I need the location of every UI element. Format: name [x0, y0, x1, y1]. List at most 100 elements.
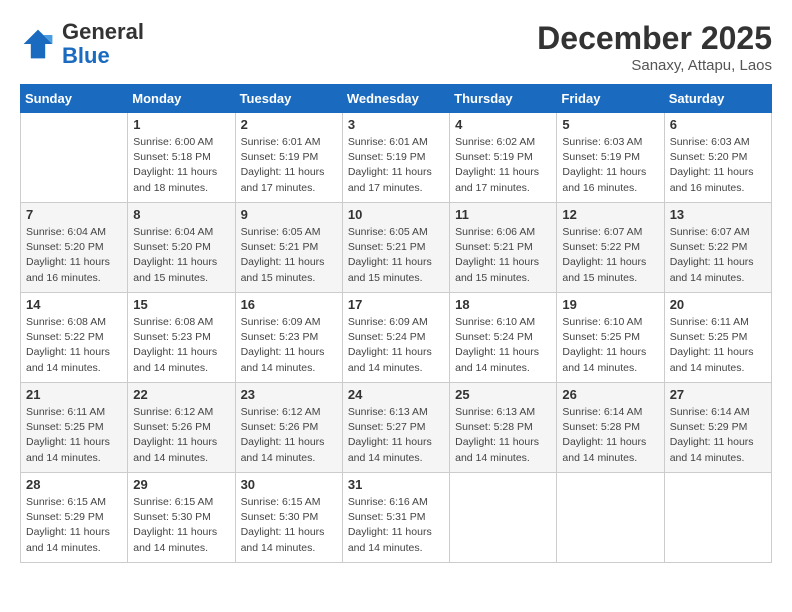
calendar-cell: 28Sunrise: 6:15 AM Sunset: 5:29 PM Dayli…: [21, 473, 128, 563]
logo: General Blue: [20, 20, 144, 68]
calendar-cell: 30Sunrise: 6:15 AM Sunset: 5:30 PM Dayli…: [235, 473, 342, 563]
calendar-cell: 2 Sunrise: 6:01 AM Sunset: 5:19 PM Daylig…: [235, 113, 342, 203]
day-number: 9: [241, 207, 337, 222]
day-info: Sunrise: 6:06 AM Sunset: 5:21 PM Dayligh…: [455, 225, 551, 286]
calendar-cell: 13 Sunrise: 6:07 AM Sunset: 5:22 PM Dayli…: [664, 203, 771, 293]
day-number: 22: [133, 387, 229, 402]
title-block: December 2025 Sanaxy, Attapu, Laos: [537, 20, 772, 74]
calendar-cell: 8Sunrise: 6:04 AM Sunset: 5:20 PM Daylig…: [128, 203, 235, 293]
logo-icon: [20, 26, 56, 62]
calendar-cell: 14Sunrise: 6:08 AM Sunset: 5:22 PM Dayli…: [21, 293, 128, 383]
calendar-cell: 4Sunrise: 6:02 AM Sunset: 5:19 PM Daylig…: [450, 113, 557, 203]
calendar-cell: 11Sunrise: 6:06 AM Sunset: 5:21 PM Dayli…: [450, 203, 557, 293]
day-number: 15: [133, 297, 229, 312]
calendar-cell: 20 Sunrise: 6:11 AM Sunset: 5:25 PM Dayli…: [664, 293, 771, 383]
calendar-body: 1 Sunrise: 6:00 AM Sunset: 5:18 PM Daylig…: [21, 113, 772, 563]
day-number: 27: [670, 387, 766, 402]
weekday-header-cell: Sunday: [21, 85, 128, 113]
day-info: Sunrise: 6:05 AM Sunset: 5:21 PM Dayligh…: [241, 225, 337, 286]
day-info: Sunrise: 6:07 AM Sunset: 5:22 PM Dayligh…: [562, 225, 658, 286]
day-info: Sunrise: 6:12 AM Sunset: 5:26 PM Dayligh…: [241, 405, 337, 466]
calendar-cell: 6Sunrise: 6:03 AM Sunset: 5:20 PM Daylig…: [664, 113, 771, 203]
day-info: Sunrise: 6:08 AM Sunset: 5:22 PM Dayligh…: [26, 315, 122, 376]
day-number: 25: [455, 387, 551, 402]
day-info: Sunrise: 6:11 AM Sunset: 5:25 PM Dayligh…: [670, 315, 766, 376]
weekday-header-cell: Wednesday: [342, 85, 449, 113]
day-number: 26: [562, 387, 658, 402]
day-info: Sunrise: 6:08 AM Sunset: 5:23 PM Dayligh…: [133, 315, 229, 376]
calendar-cell: [664, 473, 771, 563]
day-info: Sunrise: 6:00 AM Sunset: 5:18 PM Dayligh…: [133, 135, 229, 196]
calendar-cell: 31 Sunrise: 6:16 AM Sunset: 5:31 PM Dayli…: [342, 473, 449, 563]
calendar-cell: 26 Sunrise: 6:14 AM Sunset: 5:28 PM Dayli…: [557, 383, 664, 473]
calendar-cell: 27Sunrise: 6:14 AM Sunset: 5:29 PM Dayli…: [664, 383, 771, 473]
calendar-cell: 17Sunrise: 6:09 AM Sunset: 5:24 PM Dayli…: [342, 293, 449, 383]
calendar-cell: 23 Sunrise: 6:12 AM Sunset: 5:26 PM Dayli…: [235, 383, 342, 473]
page-header: General Blue December 2025 Sanaxy, Attap…: [20, 20, 772, 74]
calendar-cell: 9 Sunrise: 6:05 AM Sunset: 5:21 PM Daylig…: [235, 203, 342, 293]
day-number: 3: [348, 117, 444, 132]
calendar-week-row: 7 Sunrise: 6:04 AM Sunset: 5:20 PM Daylig…: [21, 203, 772, 293]
calendar-cell: 5 Sunrise: 6:03 AM Sunset: 5:19 PM Daylig…: [557, 113, 664, 203]
calendar-cell: 16Sunrise: 6:09 AM Sunset: 5:23 PM Dayli…: [235, 293, 342, 383]
calendar-cell: 21 Sunrise: 6:11 AM Sunset: 5:25 PM Dayli…: [21, 383, 128, 473]
calendar-cell: 29Sunrise: 6:15 AM Sunset: 5:30 PM Dayli…: [128, 473, 235, 563]
calendar-week-row: 21 Sunrise: 6:11 AM Sunset: 5:25 PM Dayli…: [21, 383, 772, 473]
day-info: Sunrise: 6:05 AM Sunset: 5:21 PM Dayligh…: [348, 225, 444, 286]
day-info: Sunrise: 6:02 AM Sunset: 5:19 PM Dayligh…: [455, 135, 551, 196]
calendar-cell: 7 Sunrise: 6:04 AM Sunset: 5:20 PM Daylig…: [21, 203, 128, 293]
day-info: Sunrise: 6:11 AM Sunset: 5:25 PM Dayligh…: [26, 405, 122, 466]
calendar-cell: [21, 113, 128, 203]
calendar-cell: 19Sunrise: 6:10 AM Sunset: 5:25 PM Dayli…: [557, 293, 664, 383]
calendar-cell: 24 Sunrise: 6:13 AM Sunset: 5:27 PM Dayli…: [342, 383, 449, 473]
weekday-header-cell: Monday: [128, 85, 235, 113]
day-number: 1: [133, 117, 229, 132]
day-number: 5: [562, 117, 658, 132]
calendar-cell: 25 Sunrise: 6:13 AM Sunset: 5:28 PM Dayli…: [450, 383, 557, 473]
day-info: Sunrise: 6:12 AM Sunset: 5:26 PM Dayligh…: [133, 405, 229, 466]
day-info: Sunrise: 6:16 AM Sunset: 5:31 PM Dayligh…: [348, 495, 444, 556]
day-info: Sunrise: 6:01 AM Sunset: 5:19 PM Dayligh…: [348, 135, 444, 196]
calendar-cell: 3 Sunrise: 6:01 AM Sunset: 5:19 PM Daylig…: [342, 113, 449, 203]
day-info: Sunrise: 6:10 AM Sunset: 5:24 PM Dayligh…: [455, 315, 551, 376]
day-number: 13: [670, 207, 766, 222]
day-info: Sunrise: 6:15 AM Sunset: 5:29 PM Dayligh…: [26, 495, 122, 556]
day-info: Sunrise: 6:15 AM Sunset: 5:30 PM Dayligh…: [133, 495, 229, 556]
day-number: 21: [26, 387, 122, 402]
weekday-header-cell: Saturday: [664, 85, 771, 113]
calendar-cell: 12 Sunrise: 6:07 AM Sunset: 5:22 PM Dayli…: [557, 203, 664, 293]
day-number: 17: [348, 297, 444, 312]
calendar-cell: 1 Sunrise: 6:00 AM Sunset: 5:18 PM Daylig…: [128, 113, 235, 203]
weekday-header-cell: Thursday: [450, 85, 557, 113]
calendar-week-row: 1 Sunrise: 6:00 AM Sunset: 5:18 PM Daylig…: [21, 113, 772, 203]
calendar-cell: [557, 473, 664, 563]
day-number: 12: [562, 207, 658, 222]
day-number: 19: [562, 297, 658, 312]
calendar-cell: 22 Sunrise: 6:12 AM Sunset: 5:26 PM Dayli…: [128, 383, 235, 473]
calendar-cell: 10 Sunrise: 6:05 AM Sunset: 5:21 PM Dayli…: [342, 203, 449, 293]
day-number: 7: [26, 207, 122, 222]
day-number: 23: [241, 387, 337, 402]
day-number: 31: [348, 477, 444, 492]
day-info: Sunrise: 6:01 AM Sunset: 5:19 PM Dayligh…: [241, 135, 337, 196]
calendar-week-row: 28Sunrise: 6:15 AM Sunset: 5:29 PM Dayli…: [21, 473, 772, 563]
day-info: Sunrise: 6:13 AM Sunset: 5:28 PM Dayligh…: [455, 405, 551, 466]
day-number: 18: [455, 297, 551, 312]
weekday-header-cell: Tuesday: [235, 85, 342, 113]
day-info: Sunrise: 6:07 AM Sunset: 5:22 PM Dayligh…: [670, 225, 766, 286]
weekday-header-cell: Friday: [557, 85, 664, 113]
day-info: Sunrise: 6:04 AM Sunset: 5:20 PM Dayligh…: [26, 225, 122, 286]
location-subtitle: Sanaxy, Attapu, Laos: [537, 57, 772, 74]
day-number: 8: [133, 207, 229, 222]
weekday-header-row: SundayMondayTuesdayWednesdayThursdayFrid…: [21, 85, 772, 113]
day-info: Sunrise: 6:13 AM Sunset: 5:27 PM Dayligh…: [348, 405, 444, 466]
day-number: 20: [670, 297, 766, 312]
day-number: 10: [348, 207, 444, 222]
day-number: 2: [241, 117, 337, 132]
day-info: Sunrise: 6:14 AM Sunset: 5:28 PM Dayligh…: [562, 405, 658, 466]
day-number: 30: [241, 477, 337, 492]
day-number: 24: [348, 387, 444, 402]
day-info: Sunrise: 6:03 AM Sunset: 5:19 PM Dayligh…: [562, 135, 658, 196]
logo-text-blue: Blue: [62, 44, 144, 68]
day-number: 16: [241, 297, 337, 312]
